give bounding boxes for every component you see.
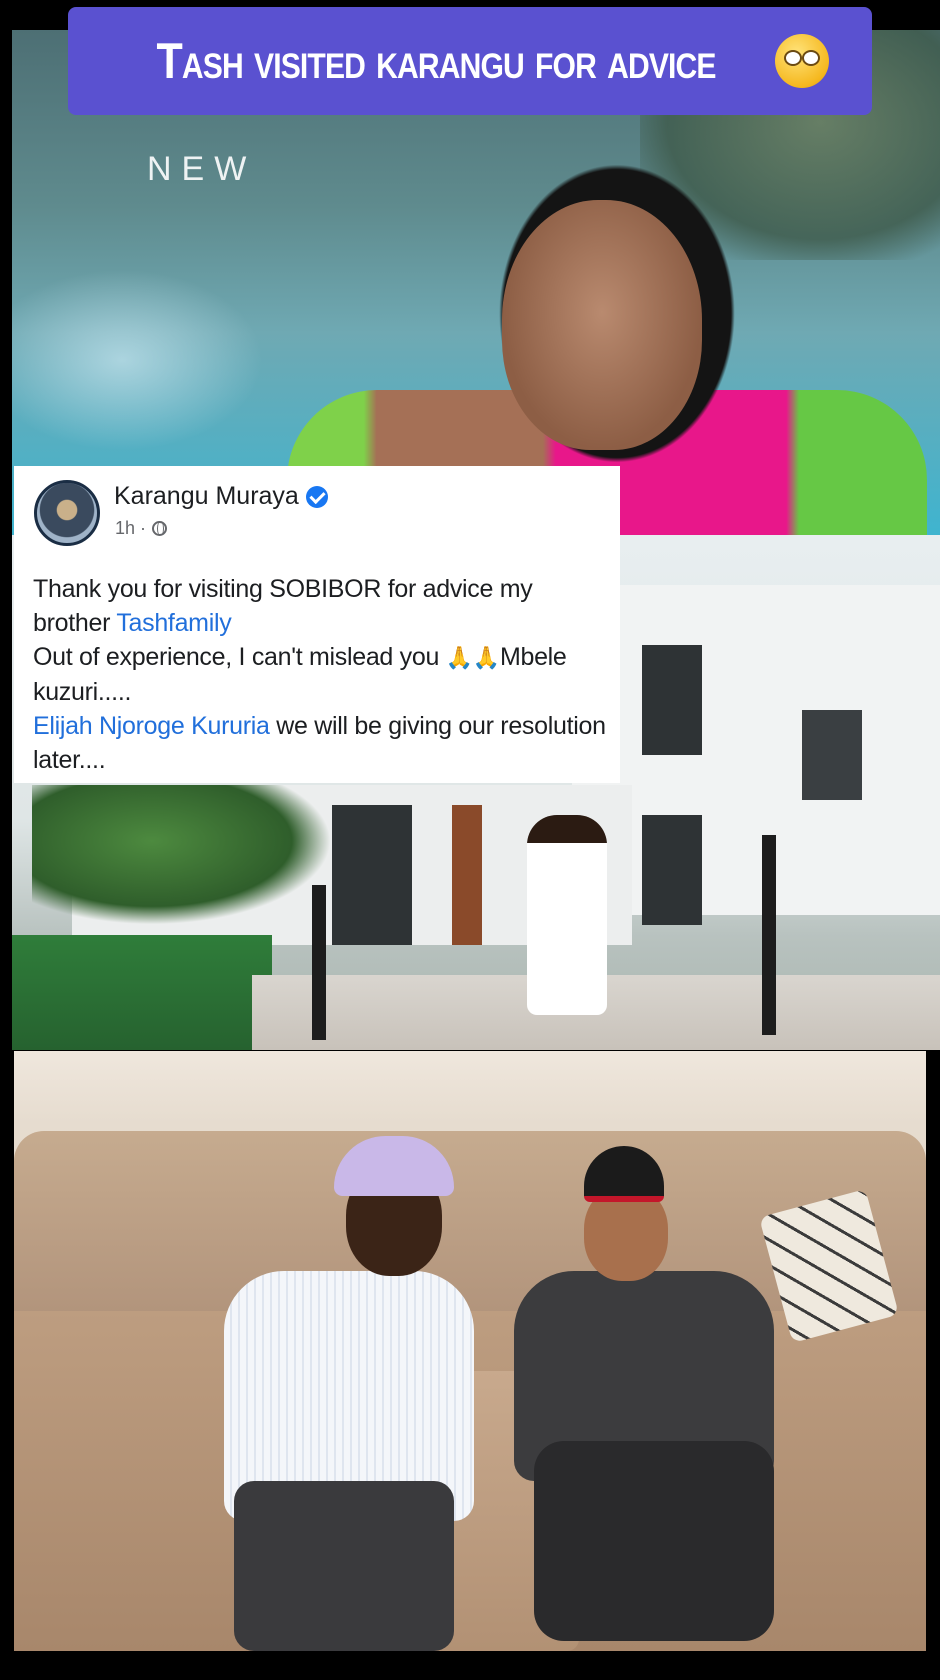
facebook-post-card: Karangu Muraya 1h · Thank you for visiti… — [14, 466, 620, 783]
verified-badge-icon — [305, 485, 328, 508]
photo-two-men-on-sofa — [14, 1051, 926, 1651]
dark-trousers — [234, 1481, 454, 1651]
avatar[interactable] — [34, 480, 100, 546]
ripped-jeans — [534, 1441, 774, 1641]
mansion-window — [642, 645, 702, 755]
title-text: Tash visited karangu for advice — [156, 33, 716, 89]
person-face — [502, 200, 702, 450]
mention-tashfamily[interactable]: Tashfamily — [116, 609, 231, 637]
eye-roll-emoji-icon — [775, 34, 830, 88]
black-cap — [584, 1146, 664, 1202]
post-author[interactable]: Karangu Muraya — [114, 482, 328, 511]
man-in-striped-shirt — [214, 1111, 494, 1651]
mansion-window — [642, 815, 702, 925]
post-body: Thank you for visiting SOBIBOR for advic… — [33, 572, 613, 777]
post-time[interactable]: 1h · — [115, 518, 146, 539]
mansion-door — [332, 805, 412, 945]
palm-tree — [32, 785, 332, 925]
praying-hands-icon: 🙏🙏 — [445, 645, 500, 670]
video-watermark: NEW — [147, 150, 257, 188]
post-text-line: Out of experience, I can't mislead you — [33, 643, 446, 671]
lavender-hat — [334, 1136, 454, 1196]
mansion-window — [802, 710, 862, 800]
lawn — [12, 935, 272, 1050]
mansion-door — [452, 805, 482, 945]
author-name[interactable]: Karangu Muraya — [114, 482, 299, 511]
mention-elijah-njoroge-kururia[interactable]: Elijah Njoroge Kururia — [33, 712, 270, 740]
globe-icon — [152, 521, 168, 536]
woman-in-white — [527, 815, 607, 1015]
stair-rail — [762, 835, 776, 1035]
post-text-line: Thank you for visiting SOBIBOR for advic… — [33, 575, 533, 637]
post-meta: 1h · — [115, 518, 168, 539]
title-banner: Tash visited karangu for advice — [68, 7, 872, 115]
man-in-black-tshirt — [504, 1101, 844, 1651]
stair-rail — [312, 885, 326, 1040]
